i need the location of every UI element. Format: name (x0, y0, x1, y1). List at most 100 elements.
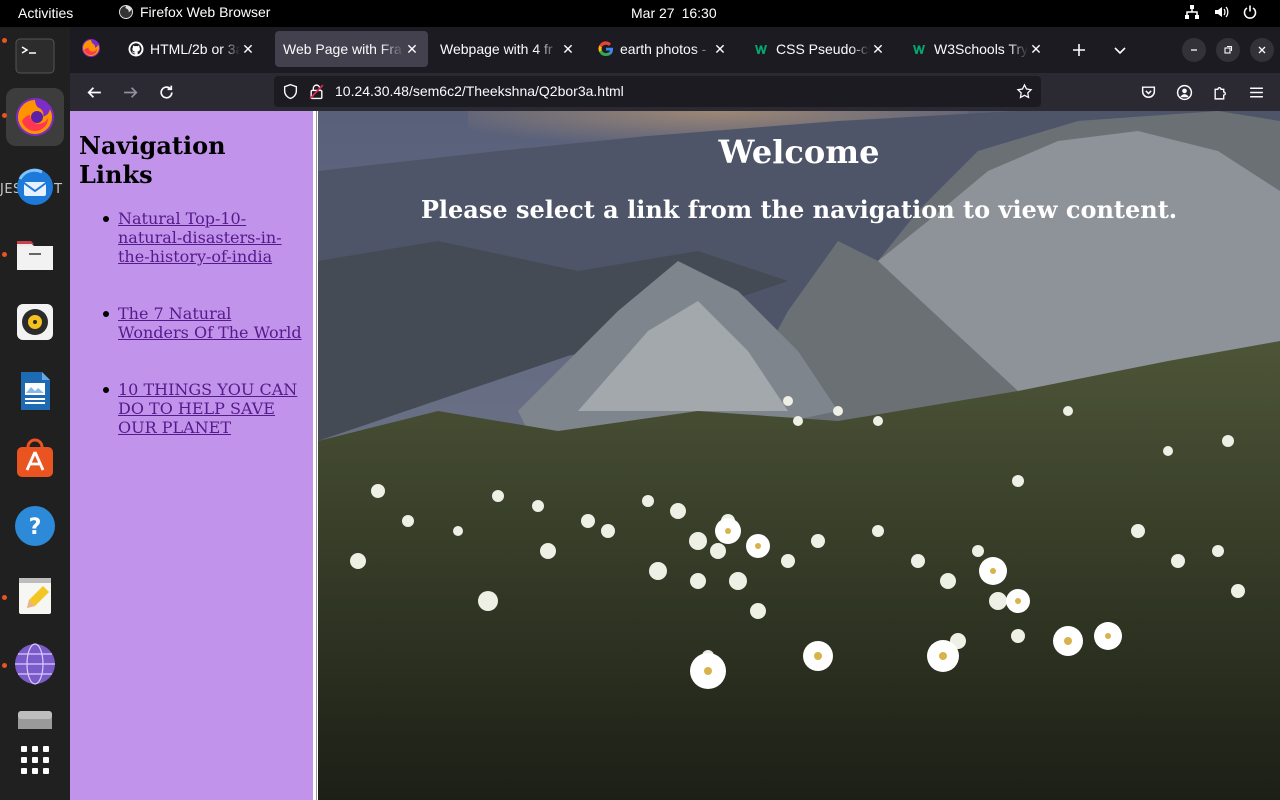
insecure-lock-icon[interactable] (308, 83, 325, 100)
back-button[interactable] (82, 80, 106, 104)
terminal-icon (15, 38, 55, 74)
list-all-tabs-button[interactable] (1107, 37, 1133, 63)
help-icon: ? (15, 506, 55, 546)
text-editor-icon (19, 578, 51, 614)
tab-web-page-with-frames[interactable]: Web Page with Fra ✕ (275, 31, 428, 67)
close-tab-icon[interactable]: ✕ (560, 41, 576, 57)
puzzle-piece-icon (1213, 86, 1226, 100)
tab-earth-photos[interactable]: earth photos - G ✕ (588, 31, 736, 67)
w3schools-icon (913, 45, 925, 54)
rhythmbox-icon (17, 304, 53, 340)
running-indicator (2, 663, 7, 668)
app-menu-button[interactable] (1244, 80, 1268, 104)
close-tab-icon[interactable]: ✕ (712, 41, 728, 57)
show-apps-button[interactable] (6, 731, 64, 789)
network-icon (1185, 5, 1199, 19)
tab-title: Webpage with 4 fr (440, 41, 553, 57)
tab-css-pseudo-classes[interactable]: CSS Pseudo-cla ✕ (744, 31, 894, 67)
tab-title: CSS Pseudo-cla (776, 41, 870, 57)
hamburger-menu-icon (1249, 86, 1263, 98)
tab-webpage-with-4-frames[interactable]: Webpage with 4 fr ✕ (432, 31, 584, 67)
terminal-dock-item[interactable] (6, 27, 64, 85)
writer-dock-item[interactable] (6, 362, 64, 420)
close-tab-icon[interactable]: ✕ (870, 41, 886, 57)
url-text[interactable]: 10.24.30.48/sem6c2/Theekshna/Q2bor3a.htm… (335, 83, 624, 99)
help-dock-item[interactable]: ? (6, 497, 64, 555)
arrow-right-icon (123, 86, 138, 98)
running-indicator (2, 595, 7, 600)
close-tab-icon[interactable]: ✕ (240, 41, 256, 57)
clock[interactable]: Mar 27 16:30 (631, 5, 717, 21)
clock-date: Mar 27 (631, 5, 675, 21)
minimize-button[interactable] (1182, 38, 1206, 62)
page-viewport: Navigation Links Natural Top-10-natural-… (70, 111, 1280, 800)
tracking-protection-shield-icon[interactable] (282, 83, 299, 100)
firefox-dock-item[interactable] (6, 88, 64, 146)
link-seven-natural-wonders[interactable]: The 7 Natural Wonders Of The World (118, 304, 302, 342)
reload-icon (159, 85, 173, 99)
clock-time: 16:30 (681, 5, 717, 21)
extensions-button[interactable] (1208, 80, 1232, 104)
svg-text:?: ? (29, 515, 42, 540)
power-icon (1243, 5, 1257, 19)
firefox-icon (119, 5, 133, 19)
app-center-dock-item[interactable] (6, 429, 64, 487)
tab-title: earth photos - G (620, 41, 712, 57)
close-tab-icon[interactable]: ✕ (404, 41, 420, 57)
url-bar[interactable]: 10.24.30.48/sem6c2/Theekshna/Q2bor3a.htm… (274, 76, 1041, 107)
dock: JESTED T ? (0, 27, 70, 800)
app-menu-label: Firefox Web Browser (140, 4, 271, 20)
navigation-frame: Navigation Links Natural Top-10-natural-… (70, 111, 313, 800)
bookmark-star-icon[interactable] (1016, 83, 1033, 100)
rhythmbox-dock-item[interactable] (6, 293, 64, 351)
text-editor-dock-item[interactable] (6, 567, 64, 625)
disk-dock-item[interactable] (6, 699, 64, 729)
files-dock-item[interactable] (6, 225, 64, 283)
tab-title: Web Page with Fra (283, 41, 402, 57)
navigation-heading: Navigation Links (79, 131, 226, 189)
account-icon (1176, 84, 1192, 100)
pocket-icon (1141, 85, 1155, 98)
navigation-toolbar: 10.24.30.48/sem6c2/Theekshna/Q2bor3a.htm… (70, 73, 1280, 111)
list-item: Natural Top-10-natural-disasters-in-the-… (79, 209, 307, 266)
running-indicator (2, 113, 7, 118)
thunderbird-dock-item[interactable] (6, 157, 64, 215)
activities-button[interactable]: Activities (18, 5, 73, 21)
running-indicator (2, 252, 7, 257)
reload-button[interactable] (154, 80, 178, 104)
google-icon (598, 41, 613, 57)
network-browser-dock-item[interactable] (6, 635, 64, 693)
tab-github[interactable]: HTML/2b or 3a ✕ (118, 31, 264, 67)
instruction-text: Please select a link from the navigation… (420, 195, 1178, 224)
tab-w3schools-tryit[interactable]: W3Schools Tryi ✕ (902, 31, 1052, 67)
frame-divider[interactable] (313, 111, 317, 800)
close-window-button[interactable] (1250, 38, 1274, 62)
restore-icon (1224, 45, 1233, 54)
app-menu[interactable]: Firefox Web Browser (118, 4, 270, 20)
new-tab-button[interactable] (1066, 37, 1092, 63)
firefox-view-icon[interactable] (80, 37, 102, 59)
plus-icon (1073, 44, 1085, 56)
pocket-button[interactable] (1136, 80, 1160, 104)
app-grid-icon (21, 746, 49, 774)
welcome-heading: Welcome (718, 133, 880, 171)
navigation-link-list: Natural Top-10-natural-disasters-in-the-… (79, 209, 307, 475)
list-item: 10 THINGS YOU CAN DO TO HELP SAVE OUR PL… (79, 380, 307, 437)
close-tab-icon[interactable]: ✕ (1028, 41, 1044, 57)
content-frame: Welcome Please select a link from the na… (318, 111, 1280, 800)
account-button[interactable] (1172, 80, 1196, 104)
system-tray[interactable] (1184, 4, 1258, 20)
github-icon (128, 41, 144, 57)
volume-icon (1215, 6, 1229, 18)
link-natural-disasters[interactable]: Natural Top-10-natural-disasters-in-the-… (118, 209, 282, 266)
globe-icon (15, 643, 55, 685)
chevron-down-icon (1114, 47, 1126, 55)
firefox-icon (16, 98, 54, 136)
arrow-left-icon (86, 86, 101, 98)
tab-title: W3Schools Tryi (934, 41, 1028, 57)
close-icon (1258, 46, 1266, 54)
link-save-our-planet[interactable]: 10 THINGS YOU CAN DO TO HELP SAVE OUR PL… (118, 380, 297, 437)
forward-button[interactable] (118, 80, 142, 104)
restore-button[interactable] (1216, 38, 1240, 62)
thunderbird-icon (17, 168, 53, 205)
